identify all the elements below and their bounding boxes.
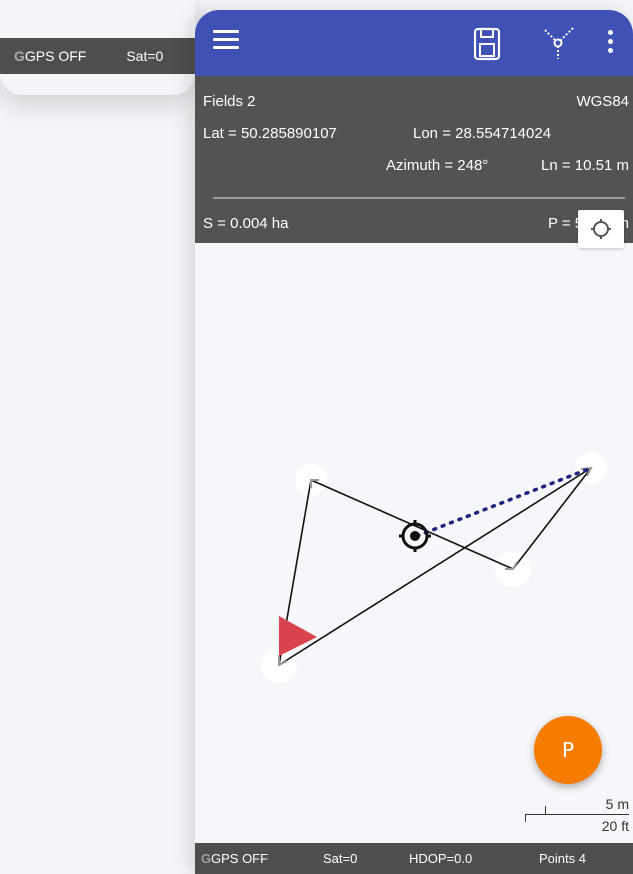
status-bar: G GPS OFF Sat=0 HDOP=0.0 Points 4 [195,843,633,874]
datum-label: WGS84 [576,93,629,110]
longitude-readout: Lon = 28.554714024 [413,125,552,142]
current-location-icon [399,520,431,552]
measurement-panel: Fields 2 WGS84 Lat = 50.285890107 Lon = … [195,76,633,243]
field-name: Fields 2 [203,93,256,110]
scale-bar: 5 m 20 ft [525,790,631,838]
app-window: Fields 2 WGS84 Lat = 50.285890107 Lon = … [195,10,633,874]
sat-count: Sat=0 [323,851,358,866]
add-point-button[interactable]: P [534,716,602,784]
azimuth-readout: Azimuth = 248° [386,157,489,174]
google-logo: G [14,48,25,64]
background-window: G GPS OFF Sat=0 [0,0,195,95]
sat-count: Sat=0 [126,48,164,64]
save-icon[interactable] [473,27,501,61]
locate-button[interactable] [578,210,624,248]
points-count: Points 4 [539,851,586,866]
flag-icon [279,616,317,656]
latitude-readout: Lat = 50.285890107 [203,125,337,142]
length-readout: Ln = 10.51 m [541,157,629,174]
scale-imperial-label: 20 ft [601,818,629,834]
top-app-bar [195,10,633,76]
crosshair-icon [591,219,611,239]
scale-metric-label: 5 m [605,796,629,812]
gps-status: GPS OFF [24,48,87,64]
background-status-bar: G GPS OFF Sat=0 [0,38,195,74]
hamburger-icon[interactable] [213,30,239,52]
hdop-readout: HDOP=0.0 [409,851,473,866]
divider [213,197,625,199]
split-point-icon[interactable] [541,26,577,62]
fab-label: P [561,738,575,762]
more-vert-icon[interactable] [606,30,614,56]
polygon-edge [278,467,592,666]
gps-status: GPS OFF [211,851,269,866]
area-readout: S = 0.004 ha [203,215,289,232]
google-logo: G [201,851,212,866]
